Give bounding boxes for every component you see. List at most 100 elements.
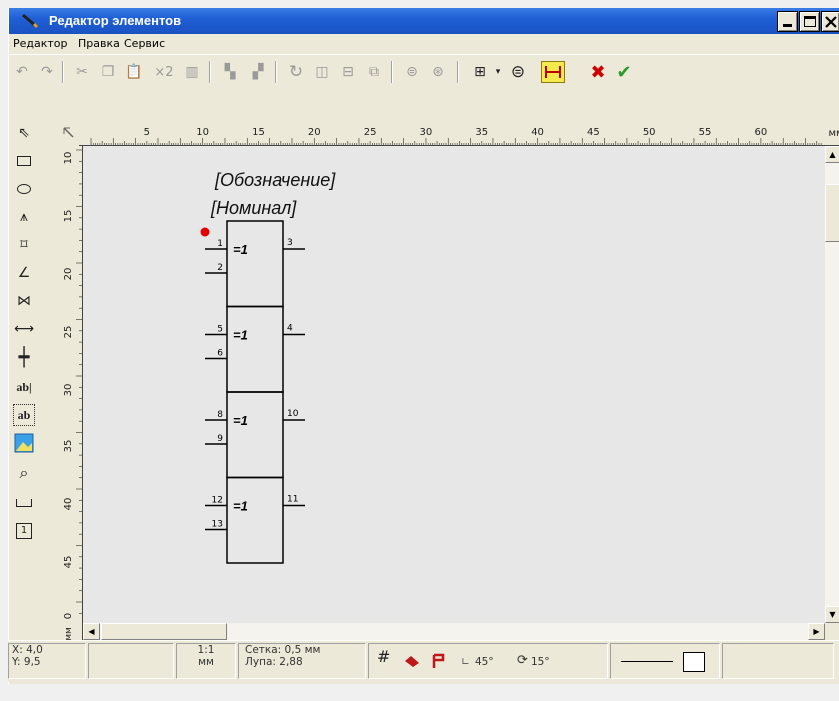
polyline-tool[interactable]: ∠	[13, 262, 35, 284]
gate-box	[226, 305, 284, 393]
zoom-fit-button[interactable]: ⊜	[507, 61, 529, 83]
pin-number: 1	[217, 239, 223, 249]
vertical-scrollbar[interactable]: ▲ ▼	[825, 146, 839, 623]
line-style-preview	[621, 661, 673, 662]
minimize-button[interactable]	[777, 11, 798, 32]
undo-button[interactable]: ↶	[11, 61, 33, 83]
minimize-icon	[783, 24, 792, 27]
scroll-up-button[interactable]: ▲	[825, 146, 839, 163]
rotate-button[interactable]: ↻	[285, 61, 307, 83]
lock-button[interactable]: ⊜	[401, 61, 423, 83]
gate-label: =1	[233, 328, 248, 343]
pin-marker	[200, 227, 210, 237]
ruler-icon	[16, 499, 32, 507]
polygon-tool[interactable]: ⌑	[13, 234, 35, 256]
ellipse-tool[interactable]	[13, 178, 35, 200]
ruler-label: 45	[63, 556, 74, 569]
ruler-label: 40	[531, 127, 544, 138]
maximize-button[interactable]	[799, 11, 820, 32]
unlock-button[interactable]: ⊛	[427, 61, 449, 83]
fill-style-preview	[683, 652, 705, 672]
rectangle-tool[interactable]	[13, 150, 35, 172]
gate-label: =1	[233, 499, 248, 514]
ruler-tool[interactable]	[13, 492, 35, 514]
grid-dropdown[interactable]: ▾	[491, 61, 505, 83]
cut-button[interactable]: ✂	[71, 61, 93, 83]
menu-edit[interactable]: Правка	[78, 37, 120, 50]
dropdown-arrow-icon: ▾	[495, 67, 501, 77]
pin-icon: ┿	[18, 346, 30, 368]
paste-button[interactable]: 📋	[123, 61, 145, 83]
status-bar: X: 4,0 Y: 9,5 1:1 мм Сетка: 0,5 мм Лупа:…	[8, 640, 839, 682]
pin-number: 13	[212, 520, 223, 530]
grid-size: Сетка: 0,5 мм	[245, 644, 321, 656]
pin-snap-icon[interactable]	[431, 653, 445, 669]
rotate-step-icon[interactable]: ⟳	[517, 654, 528, 667]
apply-button[interactable]: ✔	[613, 61, 635, 83]
duplicate-button[interactable]: ×2	[149, 61, 179, 83]
ruler-corner[interactable]	[61, 124, 79, 146]
magnifier-icon: ⌕	[19, 463, 29, 482]
window-title: Редактор элементов	[49, 13, 182, 28]
curve-icon: ⋈	[17, 293, 31, 309]
toolbar-separator	[62, 61, 64, 83]
ruler-origin-icon	[63, 127, 74, 138]
zoom-fit-icon: ⊜	[510, 62, 526, 82]
mirror-v-button[interactable]: ⊟	[337, 61, 359, 83]
ruler-unit: мм	[64, 627, 74, 641]
delete-button[interactable]: ▥	[181, 61, 203, 83]
grid-icon: ⊞	[474, 64, 486, 80]
scissors-icon: ✂	[76, 64, 88, 80]
horizontal-scroll-thumb[interactable]	[101, 623, 227, 640]
pin-number: 3	[287, 238, 293, 248]
grid-snap-icon[interactable]: #	[377, 649, 390, 665]
scroll-right-button[interactable]: ▶	[808, 623, 825, 640]
send-back-button[interactable]: ▞	[247, 61, 269, 83]
curve-tool[interactable]: ⋈	[13, 290, 35, 312]
mirror-h-button[interactable]: ◫	[311, 61, 333, 83]
frame-icon: 1	[16, 523, 32, 539]
lock-icon: ⊜	[406, 64, 418, 80]
empty-panel	[88, 643, 174, 679]
arc-tool[interactable]: ⩚	[13, 206, 35, 228]
close-button[interactable]	[821, 11, 839, 32]
frame-tool[interactable]: 1	[13, 520, 35, 542]
text-tool[interactable]: ab|	[13, 376, 35, 398]
pin-number: 5	[217, 325, 223, 335]
line-style-panel[interactable]	[610, 643, 720, 679]
vertical-scroll-thumb[interactable]	[825, 184, 839, 242]
drawing-canvas[interactable]: [Обозначение] [Номинал] =1 1 2 3 =1 5 6 4 =1 8 9 10 =1…	[83, 146, 825, 623]
cancel-button[interactable]: ✖	[587, 61, 609, 83]
ruler-label: 0	[63, 613, 74, 619]
rotate-icon: ↻	[288, 62, 304, 82]
send-back-icon: ▞	[252, 64, 264, 80]
scroll-down-button[interactable]: ▼	[825, 606, 839, 623]
duplicate-label: ×2	[154, 64, 174, 80]
pin-tool[interactable]: ┿	[13, 346, 35, 368]
menu-editor[interactable]: Редактор	[13, 37, 68, 50]
group-button[interactable]: ⧉	[363, 61, 385, 83]
dimension-tool[interactable]: ⟷	[13, 318, 35, 340]
dimension-line-icon: ⟷	[13, 321, 35, 337]
scroll-left-button[interactable]: ◀	[83, 623, 100, 640]
dimension-toggle-button[interactable]	[541, 61, 565, 83]
scale-value: 1:1	[197, 644, 215, 656]
arrow-down-icon: ▼	[829, 610, 836, 619]
select-tool[interactable]: ⇖	[13, 122, 35, 144]
image-tool[interactable]	[13, 432, 35, 454]
copy-button[interactable]: ❐	[97, 61, 119, 83]
grid-button[interactable]: ⊞	[469, 61, 491, 83]
menu-service[interactable]: Сервис	[124, 37, 165, 50]
text-frame-tool[interactable]: ab	[13, 404, 35, 426]
angle-snap-icon[interactable]: ∟	[461, 656, 470, 668]
magnet-snap-icon[interactable]	[403, 654, 421, 668]
ruler-label: 10	[196, 127, 209, 138]
scale-panel: 1:1 мм	[176, 643, 236, 679]
redo-button[interactable]: ↷	[36, 61, 58, 83]
bring-front-button[interactable]: ▚	[219, 61, 241, 83]
horizontal-scrollbar[interactable]: ◀ ▶	[83, 623, 825, 640]
title-bar[interactable]: Редактор элементов	[9, 8, 839, 34]
zoom-tool[interactable]: ⌕	[13, 462, 35, 484]
close-icon	[825, 16, 837, 28]
ruler-label: 15	[252, 127, 265, 138]
